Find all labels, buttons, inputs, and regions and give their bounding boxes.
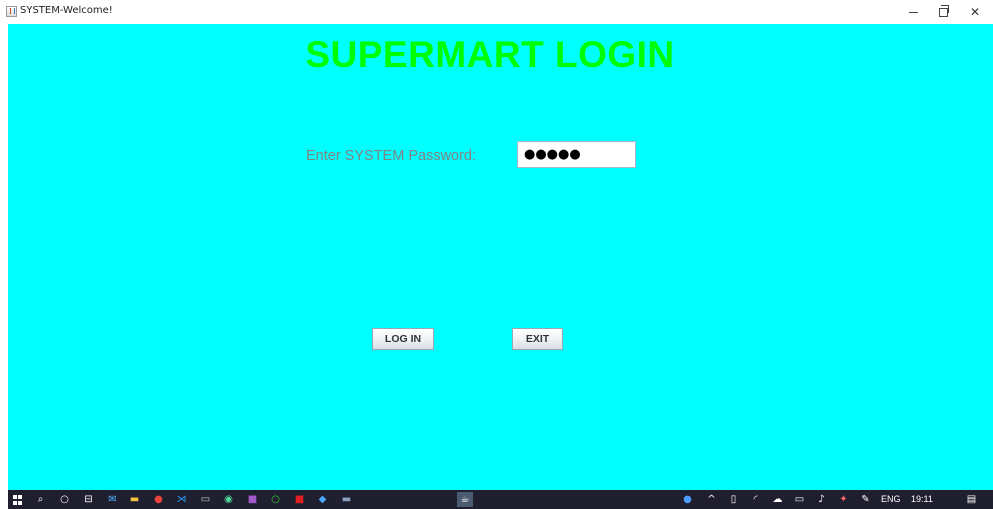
app-icon[interactable]: ◉ — [223, 494, 234, 505]
chevron-up-icon[interactable]: ^ — [706, 494, 717, 505]
acrobat-icon[interactable]: ■ — [294, 494, 305, 505]
minimize-icon — [908, 11, 918, 13]
battery-icon[interactable]: ▭ — [794, 494, 805, 505]
network-icon[interactable]: ◜ — [750, 494, 761, 505]
cortana-icon[interactable]: ○ — [59, 494, 70, 505]
app-cube-icon[interactable]: ◆ — [317, 494, 328, 505]
terminal-icon[interactable]: ▭ — [200, 494, 211, 505]
file-explorer-icon[interactable]: ▬ — [129, 494, 140, 505]
restore-button[interactable] — [926, 0, 960, 24]
circle-app-icon[interactable]: ○ — [270, 494, 281, 505]
clock[interactable]: 19:11 — [911, 494, 933, 505]
search-icon[interactable]: ⌕ — [35, 494, 46, 505]
language-indicator[interactable]: ENG — [881, 494, 901, 505]
help-icon[interactable]: ● — [682, 494, 693, 505]
taskbar: ⌕ ○ ⊟ ✉ ▬ ● ⋊ ▭ ◉ ■ ○ ■ ◆ ▬ ☕ ● ^ ▯ ◜ ☁ … — [8, 490, 993, 509]
dropbox-icon[interactable]: ✦ — [838, 494, 849, 505]
window-title: SYSTEM-Welcome! — [20, 5, 113, 16]
close-icon: ✕ — [969, 5, 981, 19]
window-left-border — [0, 24, 8, 490]
password-label: Enter SYSTEM Password: — [306, 148, 477, 164]
onedrive-icon[interactable]: ☁ — [772, 494, 783, 505]
restore-icon — [938, 4, 949, 17]
app-window-icon[interactable]: ▬ — [341, 494, 352, 505]
java-app-icon — [6, 6, 17, 17]
login-panel — [8, 24, 993, 490]
minimize-button[interactable] — [896, 0, 930, 24]
page-title: SUPERMART LOGIN — [305, 34, 675, 75]
exit-button[interactable]: EXIT — [512, 328, 563, 350]
close-button[interactable]: ✕ — [958, 0, 992, 24]
windows-start-icon[interactable] — [12, 494, 23, 505]
vscode-icon[interactable]: ⋊ — [176, 494, 187, 505]
notification-icon[interactable]: ▤ — [966, 494, 977, 505]
window-titlebar: SYSTEM-Welcome! ✕ — [0, 0, 993, 24]
volume-icon[interactable]: ♪ — [816, 494, 827, 505]
onenote-icon[interactable]: ■ — [247, 494, 258, 505]
mail-icon[interactable]: ✉ — [107, 494, 118, 505]
chrome-icon[interactable]: ● — [153, 494, 164, 505]
login-button[interactable]: LOG IN — [372, 328, 434, 350]
java-app-icon[interactable]: ☕ — [457, 492, 473, 507]
pen-icon[interactable]: ✎ — [860, 494, 871, 505]
password-field[interactable]: ●●●●● — [517, 141, 636, 168]
tray-app-icon[interactable]: ▯ — [728, 494, 739, 505]
task-view-icon[interactable]: ⊟ — [83, 494, 94, 505]
